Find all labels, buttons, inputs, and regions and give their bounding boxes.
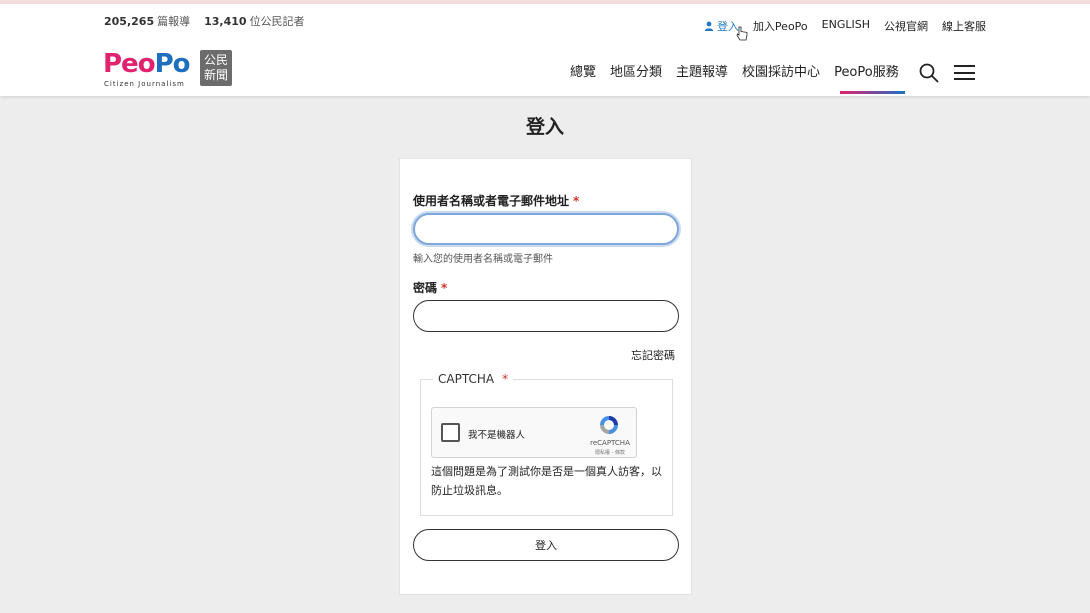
required-mark: *: [441, 281, 448, 295]
pointer-cursor-icon: [736, 26, 748, 41]
login-form-card: 使用者名稱或者電子郵件地址 * 輸入您的使用者名稱或電子郵件 密碼 * 忘記密碼 C…: [399, 158, 692, 595]
captcha-description: 這個問題是為了測試你是否是一個真人訪客，以防止垃圾訊息。: [431, 465, 662, 497]
recaptcha-brand: reCAPTCHA: [590, 439, 630, 447]
password-label: 密碼 *: [413, 281, 448, 295]
required-mark: *: [573, 194, 580, 208]
nav-services[interactable]: PeoPo服務: [834, 61, 905, 94]
nav-topics[interactable]: 主題報導: [676, 61, 728, 80]
search-icon[interactable]: [919, 63, 939, 83]
username-hint: 輸入您的使用者名稱或電子郵件: [413, 254, 553, 265]
nav-overview[interactable]: 總覽: [570, 61, 596, 80]
english-link[interactable]: ENGLISH: [822, 18, 870, 34]
stat-reports: 205,265 篇報導: [104, 15, 191, 28]
join-link[interactable]: 加入PeoPo: [753, 18, 808, 34]
logo-subtitle: Citizen Journalism: [104, 80, 185, 88]
hamburger-menu-icon[interactable]: [954, 65, 975, 80]
stat-reporters: 13,410 位公民記者: [204, 15, 305, 28]
logo-badge: 公民 新聞: [200, 50, 232, 86]
recaptcha-terms-link[interactable]: 隱私權 - 條款: [582, 449, 638, 456]
login-submit-button[interactable]: 登入: [413, 529, 679, 561]
site-logo[interactable]: PeoPo 公民 新聞 Citizen Journalism: [103, 50, 235, 92]
support-link[interactable]: 線上客服: [942, 18, 986, 34]
site-header: 205,265 篇報導 13,410 位公民記者 登入 加入PeoPo ENGLIS…: [0, 4, 1090, 96]
recaptcha-checkbox[interactable]: [441, 423, 460, 442]
pts-link[interactable]: 公視官網: [884, 18, 928, 34]
nav-campus[interactable]: 校園採訪中心: [742, 61, 820, 80]
recaptcha-checkbox-label: 我不是機器人: [468, 430, 526, 441]
forgot-password-link[interactable]: 忘記密碼: [631, 347, 675, 363]
recaptcha-logo-icon: [600, 416, 618, 434]
site-stats: 205,265 篇報導 13,410 位公民記者: [104, 13, 305, 29]
page-title: 登入: [525, 116, 564, 138]
main-nav: 總覽 地區分類 主題報導 校園採訪中心 PeoPo服務: [570, 61, 913, 94]
nav-regions[interactable]: 地區分類: [610, 61, 662, 80]
recaptcha-widget: 我不是機器人 reCAPTCHA 隱私權 - 條款: [431, 407, 637, 458]
username-label: 使用者名稱或者電子郵件地址 *: [413, 194, 580, 208]
login-link[interactable]: 登入: [704, 18, 739, 34]
captcha-legend: CAPTCHA *: [433, 372, 514, 386]
captcha-fieldset: CAPTCHA * 我不是機器人 reCAPTCHA 隱私權 - 條款 這個問題是…: [420, 372, 673, 516]
logo-wordmark: PeoPo: [103, 49, 190, 79]
user-icon: [704, 21, 714, 31]
password-input[interactable]: [413, 300, 679, 332]
username-input[interactable]: [413, 213, 679, 245]
